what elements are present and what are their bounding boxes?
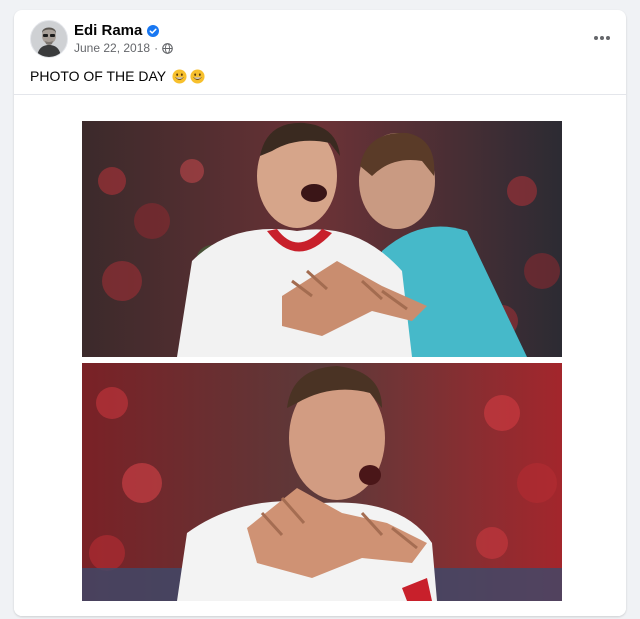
author-avatar[interactable] <box>30 20 68 58</box>
avatar-image <box>31 21 67 57</box>
photo-player-celebration-top <box>82 121 562 357</box>
verified-badge-icon <box>147 24 160 37</box>
photo-player-celebration-bottom <box>82 363 562 601</box>
post-card: Edi Rama June 22, 2018 · PHOTO OF THE DA… <box>14 10 626 616</box>
caption-text: PHOTO OF THE DAY <box>30 68 167 84</box>
grinning-face-icon <box>172 68 187 84</box>
post-caption: PHOTO OF THE DAY <box>30 68 205 84</box>
globe-icon[interactable] <box>162 42 173 54</box>
post-photo-bottom[interactable] <box>82 363 562 601</box>
more-options-icon <box>594 36 610 40</box>
author-name[interactable]: Edi Rama <box>74 22 142 39</box>
post-date[interactable]: June 22, 2018 <box>74 41 150 55</box>
post-media[interactable] <box>14 94 626 616</box>
grinning-face-icon <box>190 68 205 84</box>
more-options-button[interactable] <box>588 24 616 52</box>
post-header: Edi Rama June 22, 2018 · <box>14 10 626 66</box>
author-row: Edi Rama <box>74 22 160 39</box>
post-meta: June 22, 2018 · <box>74 41 173 55</box>
meta-separator: · <box>154 41 159 55</box>
post-photo-top[interactable] <box>82 121 562 357</box>
